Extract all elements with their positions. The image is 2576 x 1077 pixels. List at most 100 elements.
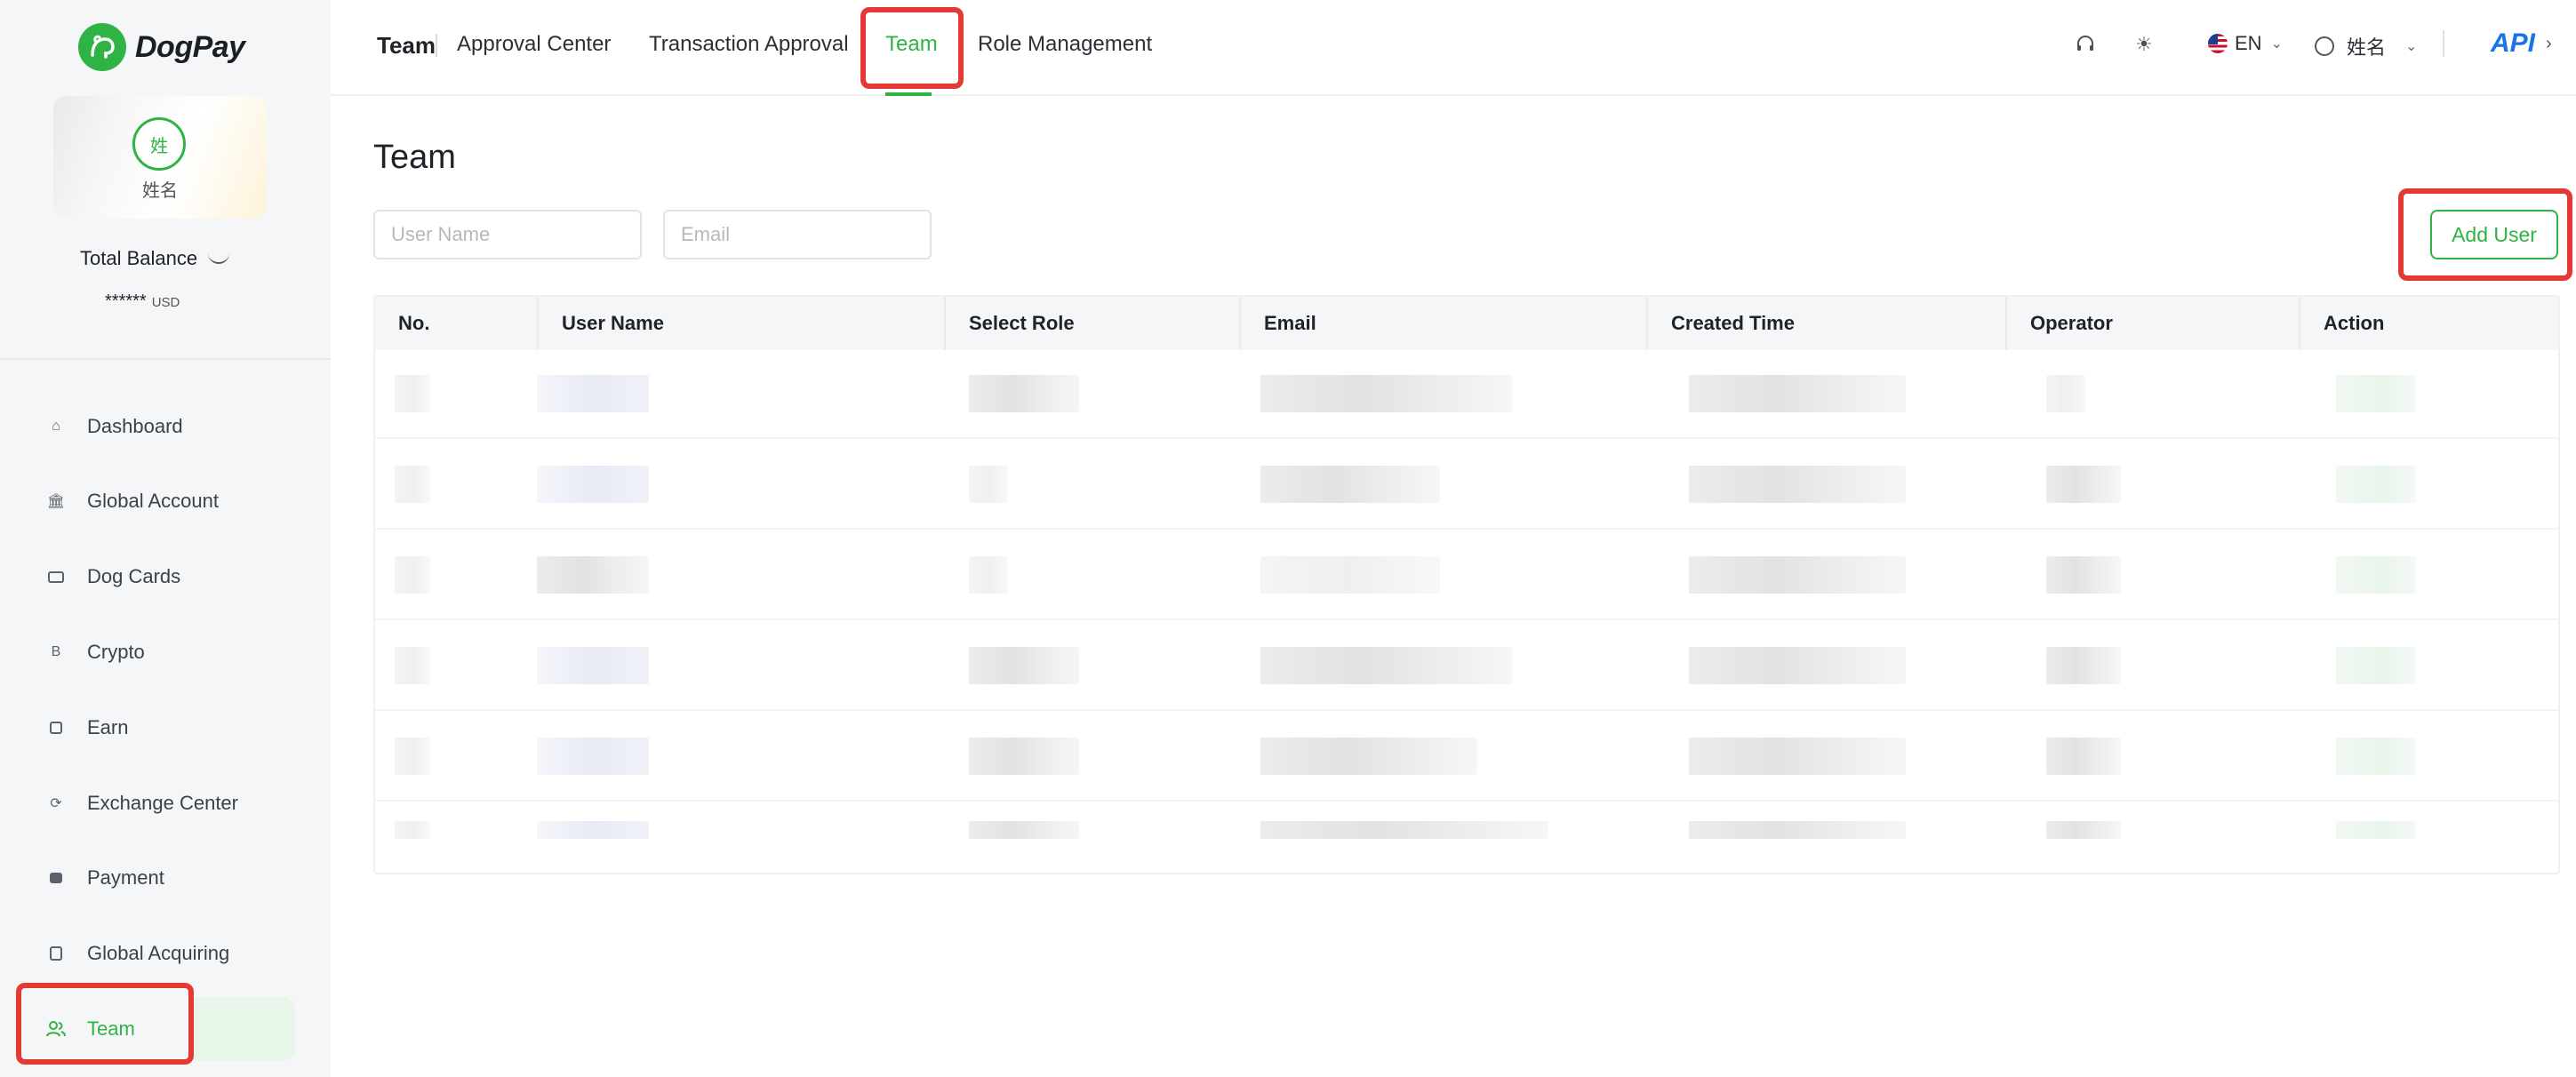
redacted-cell: [969, 556, 1008, 594]
sidebar-item-label: Dog Cards: [87, 565, 181, 587]
redacted-cell: [1689, 375, 1906, 412]
redacted-cell: [2046, 647, 2121, 684]
balance-currency: USD: [151, 295, 180, 310]
email-filter-input[interactable]: [663, 210, 932, 259]
column-header-operator: Operator: [2030, 312, 2113, 334]
table-row: [375, 713, 2558, 802]
redacted-cell: [2046, 821, 2121, 839]
redacted-cell: [969, 466, 1008, 503]
sidebar-item-exchange-center[interactable]: ⟳ Exchange Center: [20, 771, 295, 835]
column-header-no: No.: [398, 312, 430, 334]
sidebar-item-label: Team: [87, 1017, 135, 1040]
tab-role-management[interactable]: Role Management: [978, 32, 1152, 57]
column-header-user-name: User Name: [562, 312, 664, 334]
header-divider: [2443, 30, 2444, 57]
bank-icon: 🏛: [46, 494, 66, 509]
redacted-cell: [537, 647, 649, 684]
theme-toggle-icon[interactable]: ☀: [2132, 32, 2156, 57]
bitcoin-icon: B: [51, 644, 61, 659]
total-balance-label: Total Balance: [80, 247, 230, 270]
redacted-cell: [969, 738, 1079, 775]
redacted-cell: [1689, 647, 1906, 684]
redacted-cell: [395, 738, 430, 775]
redacted-cell: [537, 375, 649, 412]
redacted-cell: [1260, 738, 1477, 775]
team-table: No. User Name Select Role Email Created …: [373, 295, 2560, 874]
headset-support-icon[interactable]: [2073, 32, 2098, 57]
table-row: [375, 531, 2558, 620]
tab-transaction-approval[interactable]: Transaction Approval: [649, 32, 849, 57]
add-user-button[interactable]: Add User: [2430, 210, 2558, 259]
sidebar: DogPay 姓 姓名 Total Balance ****** USD ⌂ Da…: [0, 0, 331, 1077]
profile-name: 姓名: [142, 181, 178, 201]
redacted-cell: [395, 375, 430, 412]
wallet-icon: [46, 868, 66, 888]
sidebar-item-label: Dashboard: [87, 415, 183, 437]
user-name-filter-input[interactable]: [373, 210, 642, 259]
avatar: 姓: [132, 117, 186, 171]
redacted-cell: [969, 647, 1079, 684]
redacted-action[interactable]: [2336, 556, 2416, 594]
table-header: No. User Name Select Role Email Created …: [375, 297, 2558, 350]
redacted-cell: [1260, 466, 1440, 503]
redacted-cell: [2046, 738, 2121, 775]
card-icon: [46, 567, 66, 586]
sidebar-item-global-account[interactable]: 🏛 Global Account: [20, 469, 295, 533]
sidebar-item-team[interactable]: Team: [20, 997, 295, 1061]
profile-card[interactable]: 姓 姓名: [53, 96, 267, 219]
table-row: [375, 622, 2558, 711]
redacted-cell: [395, 647, 430, 684]
redacted-cell: [395, 466, 430, 503]
redacted-cell: [537, 466, 649, 503]
redacted-cell: [2046, 375, 2085, 412]
us-flag-icon: [2208, 34, 2228, 53]
api-link[interactable]: API: [2491, 28, 2535, 59]
language-selector[interactable]: EN ⌄: [2208, 32, 2283, 55]
table-row: [375, 441, 2558, 530]
chevron-right-icon[interactable]: ›: [2546, 34, 2552, 54]
sidebar-item-payment[interactable]: Payment: [20, 846, 295, 910]
redacted-cell: [1260, 375, 1513, 412]
sidebar-divider: [0, 358, 331, 360]
team-icon: [46, 1019, 66, 1039]
user-menu[interactable]: 姓名 ⌄: [2315, 32, 2417, 60]
sidebar-item-dashboard[interactable]: ⌂ Dashboard: [20, 395, 295, 459]
exchange-icon: ⟳: [50, 796, 62, 811]
total-balance-value: ****** USD: [105, 291, 180, 312]
brand-name: DogPay: [135, 29, 245, 64]
hide-balance-icon[interactable]: [208, 253, 230, 264]
sidebar-item-crypto[interactable]: B Crypto: [20, 620, 295, 684]
redacted-action[interactable]: [2336, 647, 2416, 684]
redacted-cell: [395, 821, 430, 839]
column-header-created-time: Created Time: [1671, 312, 1795, 334]
redacted-cell: [1260, 647, 1513, 684]
redacted-action[interactable]: [2336, 821, 2416, 839]
page-title: Team: [373, 139, 456, 176]
redacted-action[interactable]: [2336, 466, 2416, 503]
redacted-cell: [537, 556, 649, 594]
tab-team[interactable]: Team: [885, 32, 938, 57]
redacted-action[interactable]: [2336, 375, 2416, 412]
table-row: [375, 803, 2558, 873]
tab-approval-center[interactable]: Approval Center: [457, 32, 611, 57]
brand-logo[interactable]: DogPay: [78, 23, 245, 71]
sidebar-item-earn[interactable]: Earn: [20, 696, 295, 760]
active-tab-indicator: [885, 92, 932, 96]
sidebar-item-label: Earn: [87, 716, 129, 738]
redacted-cell: [1689, 466, 1906, 503]
redacted-cell: [1689, 821, 1906, 839]
sidebar-item-global-acquiring[interactable]: Global Acquiring: [20, 921, 295, 985]
redacted-cell: [969, 821, 1079, 839]
sidebar-item-label: Payment: [87, 866, 164, 889]
column-header-email: Email: [1264, 312, 1316, 334]
sidebar-item-label: Crypto: [87, 641, 145, 663]
top-header: Team Approval Center Transaction Approva…: [331, 0, 2576, 96]
redacted-action[interactable]: [2336, 738, 2416, 775]
header-section-title: Team: [377, 32, 436, 59]
sidebar-item-label: Global Acquiring: [87, 942, 230, 964]
header-user-name: 姓名: [2347, 36, 2387, 59]
sidebar-item-dog-cards[interactable]: Dog Cards: [20, 545, 295, 609]
redacted-cell: [537, 738, 649, 775]
redacted-cell: [1689, 556, 1906, 594]
redacted-cell: [2046, 466, 2121, 503]
